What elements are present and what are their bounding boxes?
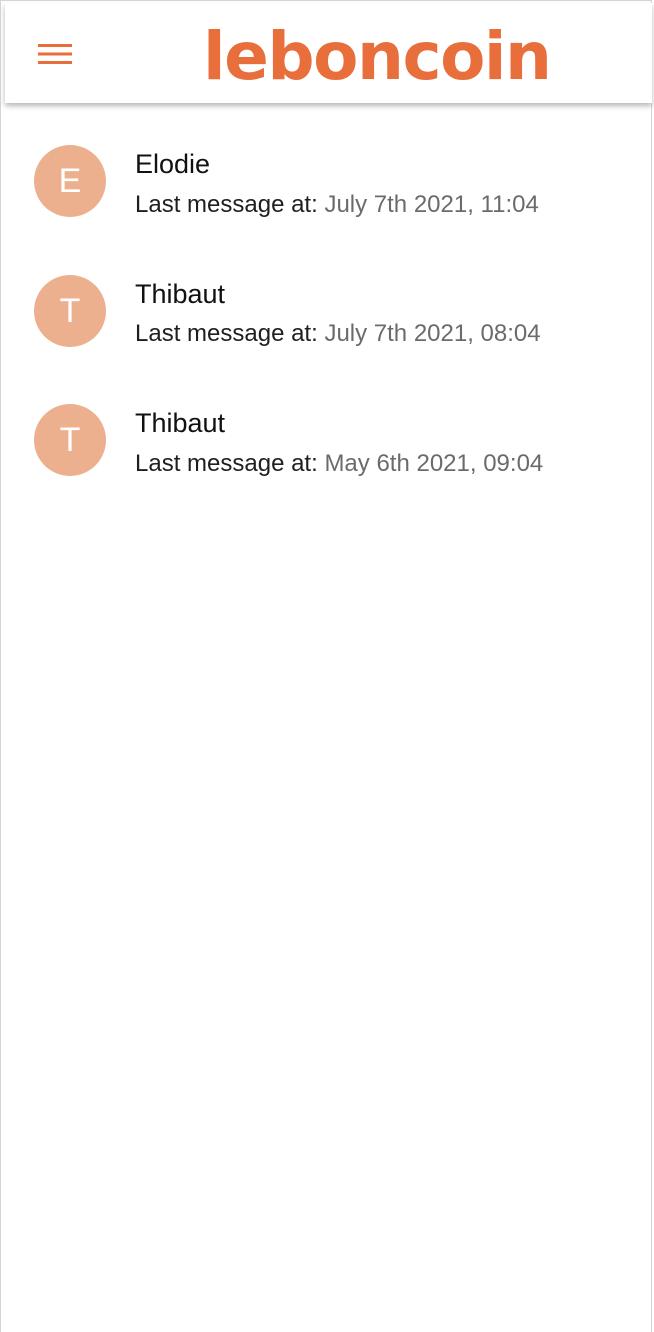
contact-name: Thibaut <box>135 278 226 309</box>
last-message-timestamp: July 7th 2021, 08:04 <box>324 319 541 347</box>
avatar: T <box>34 404 106 476</box>
last-message-label: Last message at: <box>135 191 318 218</box>
contact-name: Thibaut <box>135 408 226 438</box>
conversation-list: E Elodie Last message at: July 7th 2021,… <box>5 103 652 492</box>
menu-button[interactable] <box>38 41 72 67</box>
conversation-item[interactable]: E Elodie Last message at: July 7th 2021,… <box>5 103 652 233</box>
last-message-info: Last message at: July 7th 2021, 08:04 <box>135 320 541 348</box>
conversation-item[interactable]: T Thibaut Last message at: July 7th 2021… <box>5 233 652 363</box>
last-message-info: Last message at: July 7th 2021, 11:04 <box>135 191 539 219</box>
last-message-label: Last message at: <box>135 450 318 477</box>
app-frame: leboncoin E Elodie Last message at: July… <box>0 0 652 1332</box>
last-message-timestamp: May 6th 2021, 09:04 <box>324 450 544 477</box>
avatar: E <box>34 145 106 217</box>
contact-name: Elodie <box>135 149 211 179</box>
avatar: T <box>34 274 106 347</box>
last-message-info: Last message at: May 6th 2021, 09:04 <box>135 450 543 478</box>
conversation-item[interactable]: T Thibaut Last message at: May 6th 2021,… <box>5 362 652 492</box>
brand-logo[interactable]: leboncoin <box>203 21 552 93</box>
app-header: leboncoin <box>5 3 652 103</box>
last-message-label: Last message at: <box>135 319 318 347</box>
last-message-timestamp: July 7th 2021, 11:04 <box>324 191 539 218</box>
hamburger-menu-icon <box>38 44 72 64</box>
